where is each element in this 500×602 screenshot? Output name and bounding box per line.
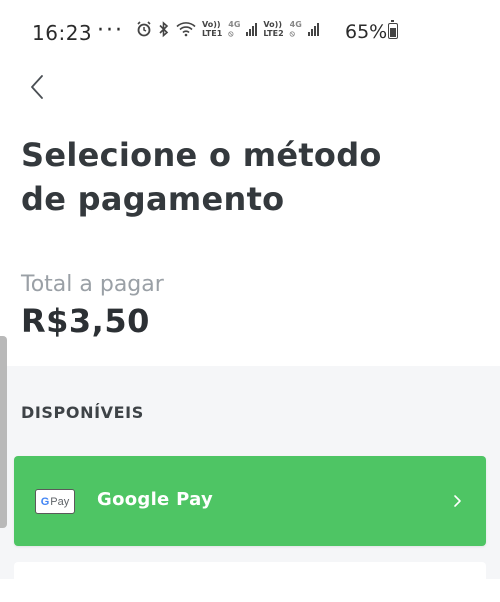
battery-percent: 65% [345,21,388,43]
total-amount: R$3,50 [21,302,150,340]
network-type-1: 4G ⦸ [228,20,241,38]
sim2-indicator: Vo)) LTE2 [263,20,284,38]
signal-icon [246,22,258,36]
battery-icon [388,20,398,39]
overflow-notifications-icon: ··· [97,18,124,43]
bluetooth-icon [158,20,170,38]
chevron-right-icon [454,495,461,507]
payment-option-partial[interactable] [14,562,486,602]
page-title: Selecione o método de pagamento [21,136,382,218]
signal-icon-2 [307,22,319,36]
status-icons: Vo)) LTE1 4G ⦸ Vo)) LTE2 4G ⦸ [136,20,319,38]
payment-methods-section: DISPONÍVEIS G Pay Google Pay [0,366,500,602]
back-button[interactable] [22,72,52,102]
edge-panel-handle[interactable] [0,336,7,528]
status-bar: 16:23 ··· Vo)) LTE1 4G ⦸ Vo)) LTE2 4G ⦸ [0,0,500,62]
network-type-2: 4G ⦸ [289,20,302,38]
google-pay-icon: G Pay [35,489,75,514]
sim1-indicator: Vo)) LTE1 [202,20,223,38]
section-title-available: DISPONÍVEIS [21,403,144,422]
chevron-left-icon [31,75,43,99]
alarm-icon [136,21,152,37]
total-label: Total a pagar [21,272,164,297]
payment-method-label: Google Pay [97,489,214,510]
google-pay-option[interactable]: G Pay Google Pay [14,456,486,546]
clock: 16:23 [32,21,93,45]
wifi-icon [176,21,196,37]
